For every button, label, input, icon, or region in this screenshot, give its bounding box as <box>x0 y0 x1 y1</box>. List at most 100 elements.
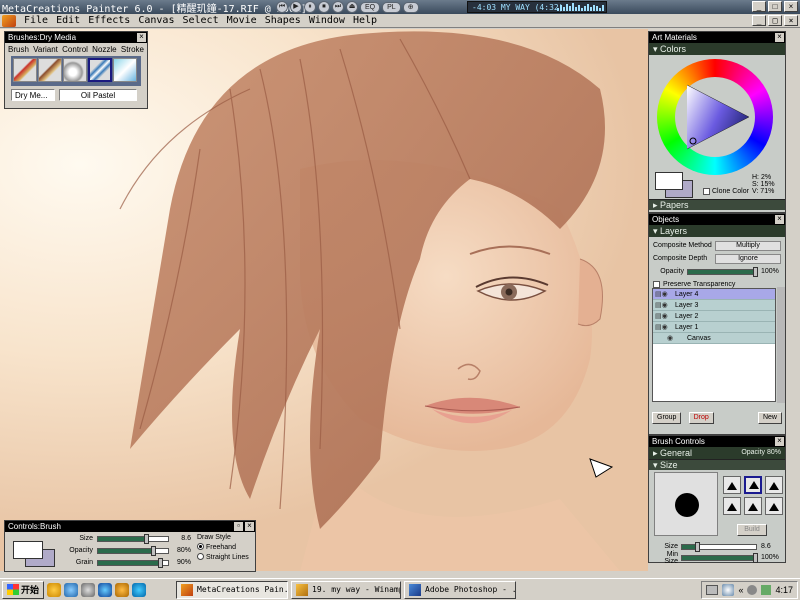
layers-section-header[interactable]: ▾ Layers <box>649 225 785 237</box>
brushes-tab-variant[interactable]: Variant <box>33 45 58 54</box>
preserve-transparency-checkbox[interactable] <box>653 281 660 288</box>
build-button[interactable]: Build <box>737 524 767 536</box>
eject-button[interactable]: ⏏ <box>346 1 358 13</box>
liquid-brush-icon[interactable] <box>113 58 137 82</box>
chalk-brush-icon[interactable] <box>38 58 62 82</box>
previous-track-button[interactable]: ⏮ <box>276 1 288 13</box>
layer-visibility-icon[interactable]: ◉ <box>665 333 687 344</box>
pastel-brush-icon[interactable] <box>88 58 112 82</box>
menu-canvas[interactable]: Canvas <box>134 15 178 26</box>
tray-expand-chevron-icon[interactable]: « <box>738 585 743 595</box>
layer-visibility-icon[interactable]: ▤◉ <box>653 311 675 322</box>
brush-profile-option[interactable] <box>765 476 783 494</box>
keyboard-icon[interactable] <box>706 585 719 595</box>
papers-section-header[interactable]: ▸ Papers <box>649 199 785 210</box>
brush-size-slider[interactable] <box>681 541 757 552</box>
menu-help[interactable]: Help <box>349 15 381 26</box>
controls-opacity-slider[interactable] <box>97 545 169 556</box>
brush-profile-option[interactable] <box>744 476 762 494</box>
brushes-tab-stroke[interactable]: Stroke <box>121 45 144 54</box>
equalizer-button[interactable]: EQ <box>360 1 381 13</box>
minimize-button[interactable]: _ <box>752 1 766 12</box>
composite-method-select[interactable]: Multiply <box>715 240 781 251</box>
composite-depth-select[interactable]: Ignore <box>715 253 781 264</box>
controls-opacity-knob[interactable] <box>151 545 156 556</box>
brush-variant-field[interactable]: Oil Pastel <box>59 89 137 101</box>
taskbar-winamp-button[interactable]: 19. my way - Winamp <box>291 580 402 599</box>
menu-movie[interactable]: Movie <box>223 15 261 26</box>
brushes-tab-nozzle[interactable]: Nozzle <box>92 45 116 54</box>
menu-shapes[interactable]: Shapes <box>261 15 305 26</box>
play-button[interactable]: ▶ <box>290 1 302 13</box>
primary-color-swatch[interactable] <box>13 541 43 559</box>
next-track-button[interactable]: ⏭ <box>332 1 344 13</box>
close-button[interactable]: × <box>784 1 798 12</box>
drop-button[interactable]: Drop <box>688 412 714 424</box>
quicklaunch-desktop-icon[interactable] <box>98 582 113 597</box>
taskbar-photoshop-button[interactable]: Adobe Photoshop - ... <box>404 580 517 599</box>
close-icon[interactable]: × <box>775 437 784 446</box>
general-section-header[interactable]: ▸ General Opacity 80% <box>649 447 785 459</box>
menu-select[interactable]: Select <box>178 15 222 26</box>
pause-button[interactable]: ⏸ <box>304 1 316 13</box>
menu-edit[interactable]: Edit <box>52 15 84 26</box>
painter-app-icon[interactable] <box>2 14 16 27</box>
pencil-brush-icon[interactable] <box>13 58 37 82</box>
layer-row[interactable]: ▤◉ Layer 4 <box>653 289 775 300</box>
layer-row[interactable]: ▤◉ Layer 2 <box>653 311 775 322</box>
airbrush-icon[interactable] <box>63 58 87 82</box>
start-button[interactable]: 开始 <box>2 580 45 599</box>
menu-window[interactable]: Window <box>305 15 349 26</box>
group-button[interactable]: Group <box>652 412 682 424</box>
freehand-radio[interactable] <box>197 543 204 550</box>
brush-size-knob[interactable] <box>695 541 701 552</box>
menu-effects[interactable]: Effects <box>84 15 134 26</box>
new-layer-button[interactable]: New <box>757 412 782 424</box>
close-icon[interactable]: × <box>245 522 254 531</box>
close-icon[interactable]: × <box>137 33 146 42</box>
quicklaunch-outlook-icon[interactable] <box>81 582 96 597</box>
volume-icon[interactable] <box>747 585 758 595</box>
playlist-button[interactable]: PL <box>382 1 401 13</box>
clone-color-option[interactable]: Clone Color <box>703 188 749 195</box>
controls-grain-knob[interactable] <box>158 557 163 568</box>
layer-row[interactable]: ◉ Canvas <box>653 333 775 344</box>
min-size-knob[interactable] <box>753 552 758 563</box>
layer-row[interactable]: ▤◉ Layer 3 <box>653 300 775 311</box>
close-icon[interactable]: × <box>775 33 784 42</box>
clone-color-checkbox[interactable] <box>703 188 710 195</box>
brush-profile-option[interactable] <box>723 476 741 494</box>
taskbar-painter-button[interactable]: MetaCreations Pain... <box>176 580 289 599</box>
maximize-button[interactable]: □ <box>768 1 782 12</box>
layer-opacity-slider[interactable] <box>687 266 758 277</box>
brush-profile-option[interactable] <box>744 497 762 515</box>
controls-grain-slider[interactable] <box>97 557 169 568</box>
controls-size-slider[interactable] <box>97 533 169 544</box>
brushes-tab-control[interactable]: Control <box>62 45 88 54</box>
brush-profile-option[interactable] <box>723 497 741 515</box>
colors-section-header[interactable]: ▾ Colors <box>649 43 785 55</box>
freehand-option[interactable]: Freehand <box>197 543 249 553</box>
menu-file[interactable]: File <box>20 15 52 26</box>
min-size-slider[interactable] <box>681 552 758 563</box>
doc-restore-button[interactable]: □ <box>768 15 782 26</box>
straight-lines-radio[interactable] <box>197 553 204 560</box>
layer-row[interactable]: ▤◉ Layer 1 <box>653 322 775 333</box>
close-icon[interactable]: × <box>775 215 784 224</box>
stop-button[interactable]: ⏹ <box>318 1 330 13</box>
doc-minimize-button[interactable]: _ <box>752 15 766 26</box>
layer-visibility-icon[interactable]: ▤◉ <box>653 300 675 311</box>
layer-visibility-icon[interactable]: ▤◉ <box>653 322 675 333</box>
quicklaunch-ie-icon[interactable] <box>64 582 79 597</box>
doc-close-button[interactable]: × <box>784 15 798 26</box>
brush-profile-option[interactable] <box>765 497 783 515</box>
layer-list-scrollbar[interactable] <box>777 287 785 403</box>
primary-color-swatch[interactable] <box>655 172 683 190</box>
quicklaunch-explorer-icon[interactable] <box>115 582 130 597</box>
brushes-tab-brush[interactable]: Brush <box>8 45 29 54</box>
saturation-value-triangle[interactable] <box>675 77 755 157</box>
color-wheel[interactable] <box>657 59 773 175</box>
canvas-vertical-scrollbar[interactable] <box>786 29 800 571</box>
quicklaunch-extra-icon[interactable] <box>132 582 147 597</box>
straight-lines-option[interactable]: Straight Lines <box>197 553 249 563</box>
